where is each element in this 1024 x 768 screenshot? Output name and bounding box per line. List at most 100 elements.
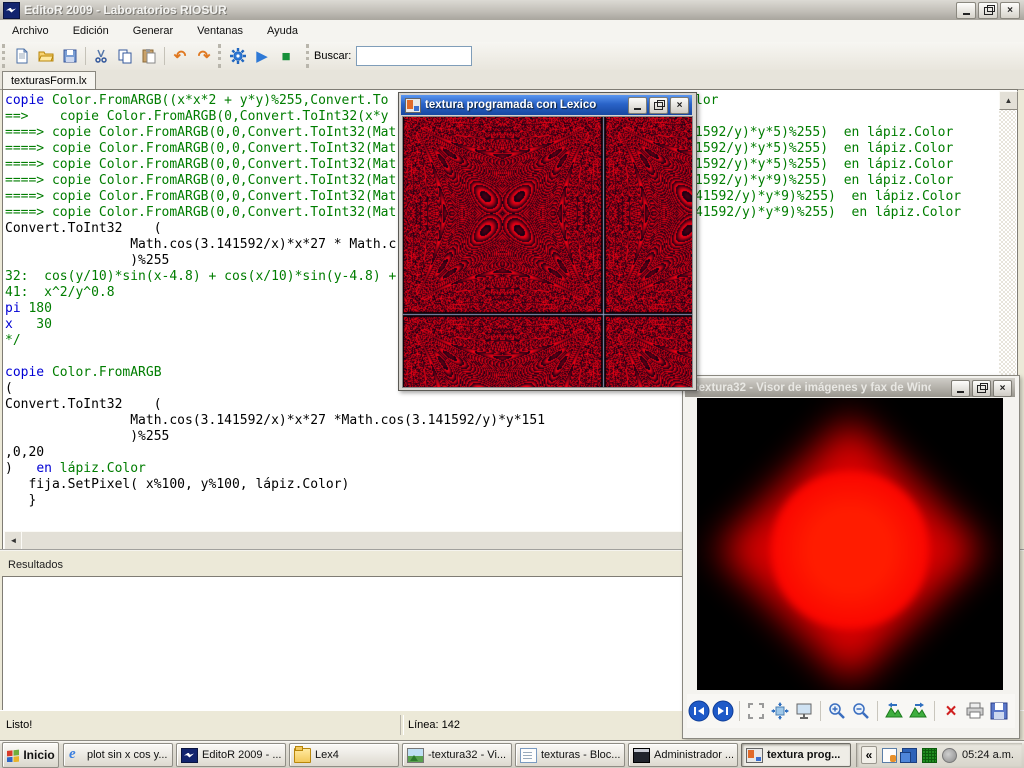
tab-bar: texturasForm.lx [0,70,1024,90]
tab-label: texturasForm.lx [11,75,87,87]
console-icon [633,748,650,763]
search-input[interactable] [356,46,472,66]
horizontal-scroll-thumb[interactable] [21,531,695,550]
maximize-icon [977,385,986,393]
taskbar-button[interactable]: -textura32 - Vi... [402,743,512,767]
popup-maximize-button[interactable] [649,97,668,114]
speaker-icon[interactable] [942,748,957,763]
run-icon: ▶ [256,49,268,64]
stop-button[interactable]: ■ [275,45,297,67]
copy-button[interactable] [114,45,136,67]
task-label: Lex4 [315,749,339,761]
delete-button[interactable]: × [939,699,963,723]
code-line: 41592/y)*y*9)%255) en lápiz.Color [695,189,995,205]
search-label: Buscar: [314,50,351,62]
print-button[interactable] [963,699,987,723]
results-label: Resultados [8,559,63,571]
minimize-icon [634,101,641,110]
slideshow-button[interactable] [792,699,816,723]
tray-chevron-button[interactable]: « [861,746,877,764]
zoom-out-icon [851,701,871,721]
main-titlebar[interactable]: EditoR 2009 - Laboratorios RIOSUR × [0,0,1024,20]
viewer-minimize-button[interactable] [951,380,970,397]
taskbar-button[interactable]: Administrador ... [628,743,738,767]
viewer-maximize-button[interactable] [972,380,991,397]
taskbar-button[interactable]: plot sin x cos y... [63,743,173,767]
code-line: )%255 [5,429,695,445]
menu-item-ayuda[interactable]: Ayuda [255,22,310,40]
paste-icon [141,48,157,64]
tab-texturasform[interactable]: texturasForm.lx [2,71,96,89]
menu-item-archivo[interactable]: Archivo [0,22,61,40]
scroll-up-button[interactable]: ▲ [999,91,1018,110]
texture-canvas [402,116,693,388]
gear-icon [229,47,247,65]
zoom-in-button[interactable] [825,699,849,723]
status-separator [400,715,404,735]
code-line: Convert.ToInt32 ( [5,397,695,413]
next-image-button[interactable] [711,699,735,723]
task-label: textura prog... [767,749,840,761]
next-image-icon [712,700,734,722]
taskbar-button[interactable]: Lex4 [289,743,399,767]
save-image-button[interactable] [987,699,1011,723]
taskbar-button[interactable]: EditoR 2009 - ... [176,743,286,767]
code-line: ,0,20 [5,445,695,461]
code-line: lor [695,93,995,109]
toolbar: ↶ ↷ ▶ ■ Buscar: [0,42,1024,71]
paste-button[interactable] [138,45,160,67]
red-diamond-core [771,471,929,629]
window-title: EditoR 2009 - Laboratorios RIOSUR [24,3,227,17]
minimize-button[interactable] [956,2,976,19]
green-grid-icon[interactable] [922,748,937,763]
ie-icon [68,749,83,762]
task-label: -textura32 - Vi... [428,749,506,761]
popup-close-button[interactable]: × [670,97,689,114]
taskbar-button[interactable]: textura prog... [741,743,851,767]
settings-button[interactable] [227,45,249,67]
image-viewer-window: -textura32 - Visor de imágenes y fax de … [682,375,1020,739]
save-file-button[interactable] [59,45,81,67]
run-button[interactable]: ▶ [251,45,273,67]
minimize-icon [957,384,964,393]
previous-image-icon [688,700,710,722]
slideshow-icon [794,701,814,721]
actual-size-icon [770,701,790,721]
open-file-button[interactable] [35,45,57,67]
taskbar-button[interactable]: texturas - Bloc... [515,743,625,767]
code-line: } [5,493,695,509]
window-hand-icon[interactable] [882,748,897,763]
task-label: EditoR 2009 - ... [202,749,281,761]
popup-titlebar[interactable]: textura programada con Lexico × [401,95,692,115]
cut-button[interactable] [90,45,112,67]
popup-minimize-button[interactable] [628,97,647,114]
task-label: plot sin x cos y... [87,749,168,761]
stop-icon: ■ [281,49,290,64]
form-icon [746,748,763,763]
close-icon: × [1000,384,1006,394]
menu-item-ventanas[interactable]: Ventanas [185,22,255,40]
redo-button[interactable]: ↷ [193,45,215,67]
code-line: 1592/y)*y*5)%255) en lápiz.Color [695,157,995,173]
menu-item-edicion[interactable]: Edición [61,22,121,40]
undo-button[interactable]: ↶ [169,45,191,67]
app-logo-icon [3,2,20,19]
best-fit-button[interactable] [744,699,768,723]
close-button[interactable]: × [1000,2,1020,19]
viewer-titlebar[interactable]: -textura32 - Visor de imágenes y fax de … [685,378,1015,397]
zoom-out-button[interactable] [849,699,873,723]
restore-button[interactable] [978,2,998,19]
menu-item-generar[interactable]: Generar [121,22,185,40]
code-line: 41592/y)*y*9)%255) en lápiz.Color [695,205,995,221]
code-line: Math.cos(3.141592/x)*x*27 *Math.cos(3.14… [5,413,695,429]
rotate-left-button[interactable] [882,699,906,723]
network-icon[interactable] [902,748,917,763]
viewer-close-button[interactable]: × [993,380,1012,397]
rotate-right-button[interactable] [906,699,930,723]
start-button[interactable]: Inicio [2,742,59,768]
popup-title: textura programada con Lexico [425,99,596,111]
new-file-button[interactable] [11,45,33,67]
close-icon: × [1007,6,1013,16]
actual-size-button[interactable] [768,699,792,723]
previous-image-button[interactable] [687,699,711,723]
